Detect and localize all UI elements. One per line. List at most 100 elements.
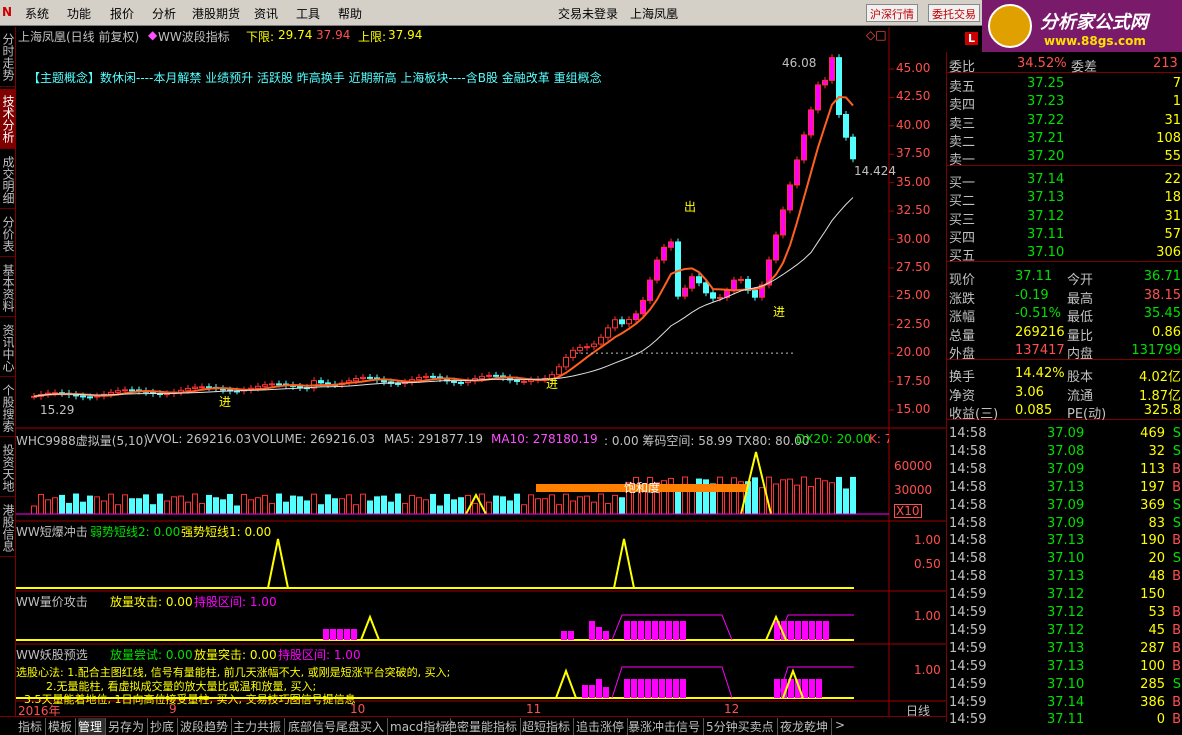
menu-tools[interactable]: 工具	[296, 5, 320, 22]
panel4-bar	[603, 687, 609, 698]
tick-time: 14:58	[949, 461, 987, 477]
panel4-bar	[589, 685, 595, 698]
indicator-switch-icon[interactable]: ◆	[148, 28, 157, 42]
volume-bar	[66, 502, 72, 515]
volume-bar	[157, 493, 163, 515]
stat-row: 现价 37.11 今开 36.71	[947, 268, 1182, 288]
stat-label: 今开	[1067, 273, 1094, 288]
btab-bottom-fish[interactable]: 抄底	[150, 718, 179, 735]
ask-volume: 7	[1172, 76, 1181, 91]
price-tick-label: 37.50	[896, 146, 931, 161]
volume-bar	[759, 487, 765, 515]
volume-bar	[416, 497, 422, 515]
volume-bar	[451, 499, 457, 515]
volume-bar	[598, 493, 604, 515]
expand-icon[interactable]: ◇□	[866, 28, 887, 42]
btab-indicator[interactable]: 指标	[18, 718, 47, 735]
stat-value: -0.51%	[1015, 306, 1061, 321]
volume-bar	[122, 494, 128, 515]
btab-ultra-short[interactable]: 超短指标	[522, 718, 575, 735]
menu-system[interactable]: 系统	[25, 5, 49, 22]
tick-row: 14:59 37.11 0 B	[947, 711, 1182, 729]
bottom-tab-bar: 指标 模板 管理 另存为 抄底 波段趋势 主力共振 底部信号尾盘买入 macd指…	[0, 716, 946, 735]
volume-bar	[227, 493, 233, 515]
tab-trade-detail[interactable]: 成交明细	[0, 151, 15, 209]
scroll-right-icon[interactable]: >	[835, 718, 848, 732]
tab-hk-info[interactable]: 港股信息	[0, 499, 15, 557]
menu-quote[interactable]: 报价	[110, 5, 134, 22]
panel2-spike	[267, 538, 289, 589]
panel3-bar	[624, 621, 630, 640]
candle-body	[353, 377, 359, 382]
menu-analysis[interactable]: 分析	[152, 5, 176, 22]
volume-bar	[150, 504, 156, 515]
tick-price: 37.09	[1047, 426, 1085, 441]
volume-bar	[570, 500, 576, 515]
price-tick-label: 20.00	[896, 345, 931, 360]
volume-bar	[290, 495, 296, 515]
tab-basic-info[interactable]: 基本资料	[0, 259, 15, 317]
tick-direction: B	[1172, 569, 1181, 585]
hs-quote-button[interactable]: 沪深行情	[866, 4, 918, 22]
btab-surge-signal[interactable]: 暴涨冲击信号	[628, 718, 705, 735]
ask-label: 卖一	[949, 153, 976, 169]
candle-body	[612, 319, 618, 329]
indicator-name[interactable]: WW波段指标	[158, 28, 230, 45]
volume-bar	[101, 500, 107, 515]
panel3-bar	[673, 621, 679, 640]
btab-template[interactable]: 模板	[48, 718, 77, 735]
candle-body	[822, 79, 828, 86]
btab-saveas[interactable]: 另存为	[108, 718, 149, 735]
tab-time-chart[interactable]: 分时走势	[0, 27, 15, 87]
volume-bar	[794, 484, 800, 515]
panel3-bar	[631, 621, 637, 640]
menu-function[interactable]: 功能	[67, 5, 91, 22]
bid-row: 买二 37.13 18	[947, 189, 1182, 209]
tab-invest-world[interactable]: 投资天地	[0, 439, 15, 497]
candle-body	[479, 375, 485, 380]
btab-manage[interactable]: 管理	[78, 718, 107, 735]
volume-bar	[255, 497, 261, 515]
tab-news-center[interactable]: 资讯中心	[0, 319, 15, 377]
menu-help[interactable]: 帮助	[338, 5, 362, 22]
volume-bar	[360, 493, 366, 515]
btab-night-dragon[interactable]: 夜龙乾坤	[780, 718, 833, 735]
menu-info[interactable]: 资讯	[254, 5, 278, 22]
volume-bar	[395, 493, 401, 515]
btab-main-resonance[interactable]: 主力共振	[233, 718, 286, 735]
tick-volume: 20	[1148, 551, 1165, 567]
chart-area[interactable]: 上海凤凰(日线 前复权) ◆ WW波段指标 下限: 29.74 37.94 上限…	[16, 27, 946, 718]
volume-bar	[94, 496, 100, 515]
volume-bar	[220, 499, 226, 515]
tick-price: 37.12	[1047, 622, 1085, 638]
menu-hk-futures[interactable]: 港股期货	[192, 5, 240, 22]
btab-macd[interactable]: macd指标	[390, 718, 452, 735]
bid-row: 买三 37.12 31	[947, 208, 1182, 228]
trade-button[interactable]: 委托交易	[928, 4, 980, 22]
btab-wave-trend[interactable]: 波段趋势	[180, 718, 233, 735]
tab-stock-search[interactable]: 个股搜索	[0, 379, 15, 437]
btab-5min[interactable]: 5分钟买卖点	[706, 718, 778, 735]
candle-body	[598, 336, 604, 345]
tick-price: 37.13	[1047, 569, 1085, 585]
stat-value: 269216	[1015, 324, 1065, 340]
tick-time: 14:58	[949, 551, 987, 567]
btab-chase-limit[interactable]: 追击涨停	[576, 718, 629, 735]
candle-body	[367, 376, 373, 379]
tick-volume: 287	[1140, 640, 1165, 656]
tick-volume: 386	[1140, 694, 1165, 710]
tick-direction: B	[1172, 605, 1181, 620]
btab-volume-secret[interactable]: 绝密量能指标	[445, 718, 522, 735]
tab-price-table[interactable]: 分价表	[0, 211, 15, 257]
volume-bar	[178, 495, 184, 515]
tab-tech-analysis[interactable]: 技术分析	[0, 89, 15, 149]
ask-volume: 1	[1172, 94, 1181, 110]
candle-body	[850, 136, 856, 160]
btab-bottom-signal[interactable]: 底部信号尾盘买入	[288, 718, 389, 735]
l-icon[interactable]: L	[965, 32, 979, 45]
tick-volume: 369	[1140, 497, 1165, 513]
candle-body	[451, 380, 457, 383]
panel4-bar	[596, 679, 602, 698]
kline-chart-svg[interactable]	[16, 27, 946, 717]
volume-bar	[143, 494, 149, 515]
